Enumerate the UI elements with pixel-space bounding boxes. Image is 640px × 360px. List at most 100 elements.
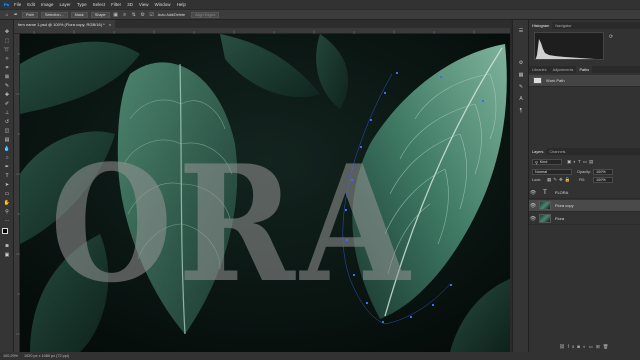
path-selection-tool-icon[interactable]: ➤ — [3, 181, 11, 188]
tab-histogram[interactable]: Histogram — [529, 22, 553, 29]
history-brush-tool-icon[interactable]: ↺ — [3, 118, 11, 125]
eraser-tool-icon[interactable]: ◫ — [3, 127, 11, 134]
menu-help[interactable]: Help — [177, 2, 186, 7]
tab-navigator[interactable]: Navigator — [552, 22, 574, 29]
quick-select-tool-icon[interactable]: ✧ — [3, 55, 11, 62]
group-icon[interactable]: ▭ — [589, 344, 596, 349]
history-icon[interactable]: ☰ — [517, 28, 525, 35]
document-canvas[interactable]: ORA — [20, 34, 510, 352]
brush-tool-icon[interactable]: ✐ — [3, 100, 11, 107]
lasso-tool-icon[interactable]: ➰ — [3, 46, 11, 53]
layer-row-flora[interactable]: 👁 Flora — [529, 213, 640, 225]
character-icon[interactable]: A — [517, 96, 525, 103]
path-anchor-point[interactable] — [382, 321, 384, 323]
path-anchor-point[interactable] — [396, 72, 398, 74]
work-path-overlay[interactable] — [20, 34, 510, 352]
path-anchor-point[interactable] — [410, 316, 412, 318]
layer-filter-kind[interactable]: ⚲ Kind — [532, 159, 562, 165]
paragraph-icon[interactable]: ¶ — [517, 108, 525, 115]
filter-smart-icon[interactable]: ▤ — [589, 159, 595, 164]
visibility-eye-icon[interactable]: 👁 — [529, 190, 537, 196]
path-arrangement-icon[interactable]: ⇅ — [131, 12, 137, 18]
path-item[interactable]: Work Path — [529, 75, 640, 87]
properties-icon[interactable]: ⚙ — [517, 60, 525, 67]
eyedropper-tool-icon[interactable]: ✎ — [3, 82, 11, 89]
quick-mask-icon[interactable]: ◙ — [3, 242, 11, 249]
path-anchor-point[interactable] — [384, 92, 386, 94]
fill-field[interactable]: 100% — [593, 177, 613, 183]
checkbox-checked-icon[interactable]: ☑ — [149, 12, 155, 18]
trash-icon[interactable]: 🗑 — [603, 344, 612, 349]
opacity-field[interactable]: 100% — [593, 169, 613, 175]
menu-edit[interactable]: Edit — [27, 2, 35, 7]
path-operations-icon[interactable]: ▣ — [113, 12, 119, 18]
menu-filter[interactable]: Filter — [111, 2, 121, 7]
path-anchor-point[interactable] — [351, 179, 353, 181]
link-layers-icon[interactable]: ⛓ — [559, 344, 568, 349]
menu-view[interactable]: View — [139, 2, 149, 7]
menu-type[interactable]: Type — [77, 2, 87, 7]
path-anchor-point[interactable] — [482, 100, 484, 102]
hand-tool-icon[interactable]: ✋ — [3, 199, 11, 206]
layer-row-flora-text[interactable]: 👁 T FLORA — [529, 187, 640, 199]
align-edges-button[interactable]: Align Edges — [191, 11, 220, 18]
menu-3d[interactable]: 3D — [127, 2, 133, 7]
healing-brush-tool-icon[interactable]: ✚ — [3, 91, 11, 98]
path-anchor-point[interactable] — [346, 239, 348, 241]
menu-image[interactable]: Image — [41, 2, 54, 7]
path-anchor-point[interactable] — [440, 76, 442, 78]
visibility-eye-icon[interactable]: 👁 — [529, 203, 537, 209]
zoom-level[interactable]: 100.29% — [3, 354, 18, 358]
mask-button[interactable]: Mask — [70, 11, 88, 18]
layer-row-flora-copy[interactable]: 👁 Flora copy — [529, 200, 640, 212]
marquee-tool-icon[interactable]: ⬚ — [3, 37, 11, 44]
swatches-icon[interactable]: ▦ — [517, 72, 525, 79]
path-anchor-point[interactable] — [370, 119, 372, 121]
path-mode-select[interactable]: Path — [22, 11, 38, 18]
home-icon[interactable]: ⌂ — [4, 12, 10, 18]
tab-channels[interactable]: Channels — [546, 148, 568, 155]
path-alignment-icon[interactable]: ≡ — [122, 12, 128, 18]
crop-tool-icon[interactable]: ⌗ — [3, 64, 11, 71]
blend-mode-select[interactable]: Normal — [532, 169, 572, 175]
foreground-color-swatch[interactable] — [2, 228, 8, 234]
gradient-tool-icon[interactable]: ▤ — [3, 136, 11, 143]
new-layer-icon[interactable]: ⊞ — [596, 344, 603, 349]
shape-button[interactable]: Shape — [90, 11, 110, 18]
make-selection-button[interactable]: Selection... — [40, 11, 68, 18]
menu-window[interactable]: Window — [155, 2, 171, 7]
path-anchor-point[interactable] — [450, 284, 452, 286]
menu-layer[interactable]: Layer — [60, 2, 71, 7]
document-tab[interactable]: fern name 1.psd @ 100% (Flora copy, RGB/… — [14, 20, 116, 28]
clone-stamp-tool-icon[interactable]: ⊥ — [3, 109, 11, 116]
screen-mode-icon[interactable]: ▣ — [3, 251, 11, 258]
path-anchor-point[interactable] — [353, 274, 355, 276]
path-anchor-point[interactable] — [366, 302, 368, 304]
tab-libraries[interactable]: Libraries — [529, 66, 550, 73]
tab-paths[interactable]: Paths — [576, 66, 593, 73]
gear-icon[interactable]: ⚙ — [140, 12, 146, 18]
rectangle-tool-icon[interactable]: ▭ — [3, 190, 11, 197]
pen-tool-icon[interactable]: ✒ — [3, 163, 11, 170]
menu-select[interactable]: Select — [93, 2, 106, 7]
histogram-refresh-icon[interactable]: ⟳ — [609, 34, 613, 40]
visibility-eye-icon[interactable]: 👁 — [529, 216, 537, 222]
frame-tool-icon[interactable]: ⊠ — [3, 73, 11, 80]
close-icon[interactable]: × — [109, 22, 111, 27]
pen-tool-icon[interactable]: ✒ — [13, 12, 19, 18]
path-anchor-point[interactable] — [432, 304, 434, 306]
lock-all-icon[interactable]: 🔒 — [565, 177, 573, 182]
path-anchor-point[interactable] — [345, 209, 347, 211]
tab-adjustments[interactable]: Adjustments — [550, 66, 577, 73]
dodge-tool-icon[interactable]: ○ — [3, 154, 11, 161]
menu-file[interactable]: File — [14, 2, 21, 7]
blur-tool-icon[interactable]: 💧 — [3, 145, 11, 152]
layer-style-icon[interactable]: fx — [568, 344, 578, 349]
type-tool-icon[interactable]: T — [3, 172, 11, 179]
brush-settings-icon[interactable]: ✎ — [517, 84, 525, 91]
move-tool-icon[interactable]: ✥ — [3, 28, 11, 35]
tab-layers[interactable]: Layers — [529, 148, 547, 155]
path-anchor-point[interactable] — [360, 146, 362, 148]
more-tools-icon[interactable]: ⋯ — [3, 217, 11, 224]
zoom-tool-icon[interactable]: ⚲ — [3, 208, 11, 215]
